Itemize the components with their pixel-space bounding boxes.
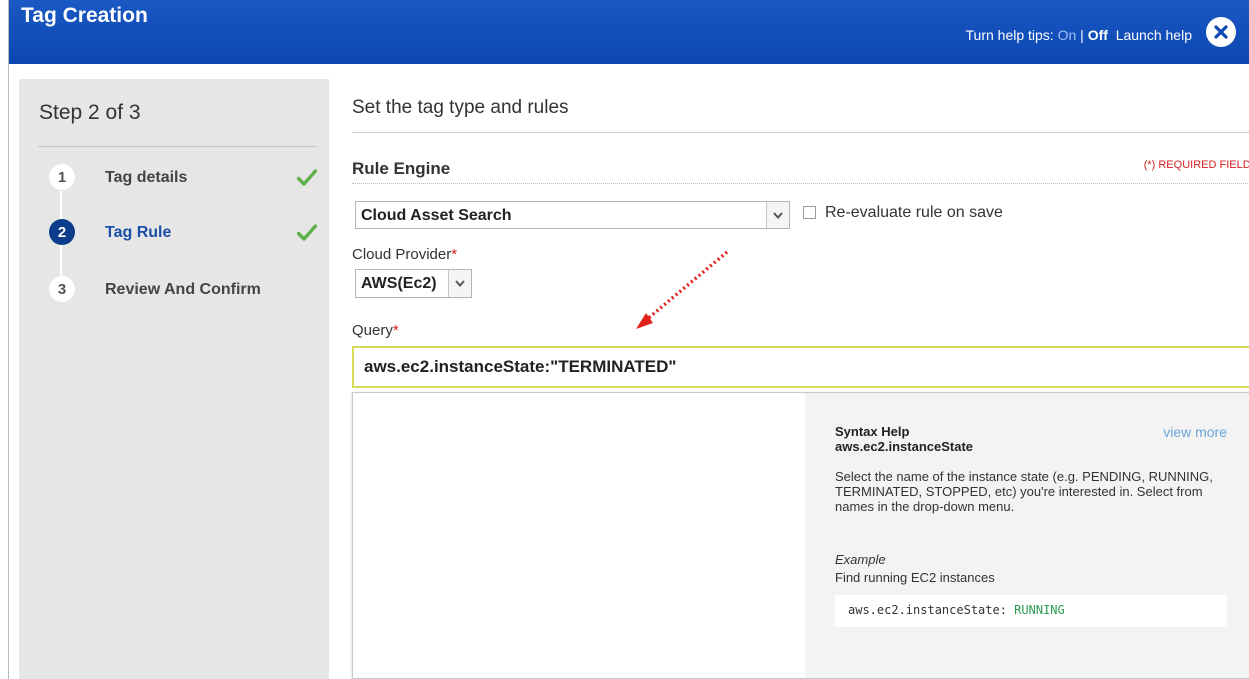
chevron-down-icon (773, 211, 783, 219)
view-more-link[interactable]: view more (1163, 424, 1227, 440)
step-number: 2 (49, 219, 75, 245)
section-title: Rule Engine (352, 159, 451, 178)
help-tips-on-link[interactable]: On (1058, 27, 1077, 43)
page-heading: Set the tag type and rules (352, 97, 569, 118)
help-tips-off-link[interactable]: Off (1088, 27, 1108, 43)
syntax-help-field: aws.ec2.instanceState (835, 439, 974, 454)
query-input[interactable]: aws.ec2.instanceState:"TERMINATED" (352, 346, 1249, 388)
wizard-step-review-confirm[interactable]: 3 Review And Confirm (39, 276, 329, 306)
cloud-provider-select[interactable]: AWS(Ec2) (355, 269, 472, 298)
help-tips-bar: Turn help tips: On | Off Launch help (966, 27, 1193, 43)
sidebar-divider (38, 146, 317, 147)
query-suggestion-panel: Syntax Help aws.ec2.instanceState view m… (352, 392, 1249, 679)
chevron-down-icon (455, 280, 465, 287)
reevaluate-label[interactable]: Re-evaluate rule on save (825, 204, 1003, 222)
cloud-provider-label-text: Cloud Provider (352, 246, 452, 263)
code-value: RUNNING (1014, 603, 1065, 617)
help-tips-prefix: Turn help tips: (965, 27, 1058, 43)
step-number: 3 (49, 276, 75, 302)
tag-creation-dialog: Tag Creation Turn help tips: On | Off La… (8, 0, 1249, 679)
step-label: Tag details (105, 169, 188, 186)
tag-rule-content: Set the tag type and rules Rule Engine (… (352, 79, 1249, 679)
code-prefix: aws.ec2.instanceState: (848, 603, 1015, 617)
query-label: Query* (352, 322, 399, 339)
close-button[interactable] (1206, 17, 1236, 47)
step-label: Tag Rule (105, 224, 172, 241)
section-divider (352, 183, 1249, 184)
rule-engine-value: Cloud Asset Search (361, 207, 512, 224)
reevaluate-checkbox[interactable] (803, 206, 816, 219)
heading-divider (352, 132, 1249, 133)
required-star: * (392, 322, 399, 339)
help-separator: | (1076, 27, 1088, 43)
dropdown-toggle[interactable] (766, 202, 789, 228)
query-label-text: Query (352, 322, 393, 339)
example-code: aws.ec2.instanceState: RUNNING (835, 595, 1227, 627)
example-description: Find running EC2 instances (835, 570, 995, 585)
launch-help-link[interactable]: Launch help (1116, 27, 1192, 43)
required-star: * (451, 246, 458, 263)
dialog-titlebar: Tag Creation Turn help tips: On | Off La… (9, 0, 1249, 64)
rule-engine-select[interactable]: Cloud Asset Search (355, 201, 790, 229)
step-number: 1 (49, 164, 75, 190)
wizard-sidebar: Step 2 of 3 1 Tag details 2 Tag Rule 3 R… (19, 79, 329, 679)
syntax-help-description: Select the name of the instance state (e… (835, 469, 1213, 514)
wizard-step-tag-details[interactable]: 1 Tag details (39, 164, 329, 194)
checkmark-icon (297, 169, 317, 186)
cloud-provider-value: AWS(Ec2) (361, 275, 437, 292)
syntax-help-pane: Syntax Help aws.ec2.instanceState view m… (805, 393, 1249, 678)
query-value: aws.ec2.instanceState:"TERMINATED" (364, 357, 677, 376)
example-label: Example (835, 552, 886, 567)
cloud-provider-label: Cloud Provider* (352, 246, 457, 263)
wizard-step-tag-rule[interactable]: 2 Tag Rule (39, 219, 329, 249)
checkmark-icon (297, 224, 317, 241)
required-fields-note: (*) REQUIRED FIELDS (1143, 159, 1249, 171)
dialog-title: Tag Creation (21, 4, 148, 27)
step-label: Review And Confirm (105, 281, 261, 298)
dropdown-toggle[interactable] (448, 270, 471, 297)
syntax-help-title: Syntax Help (835, 424, 910, 439)
step-indicator: Step 2 of 3 (39, 101, 141, 124)
close-x-icon (1214, 25, 1228, 39)
